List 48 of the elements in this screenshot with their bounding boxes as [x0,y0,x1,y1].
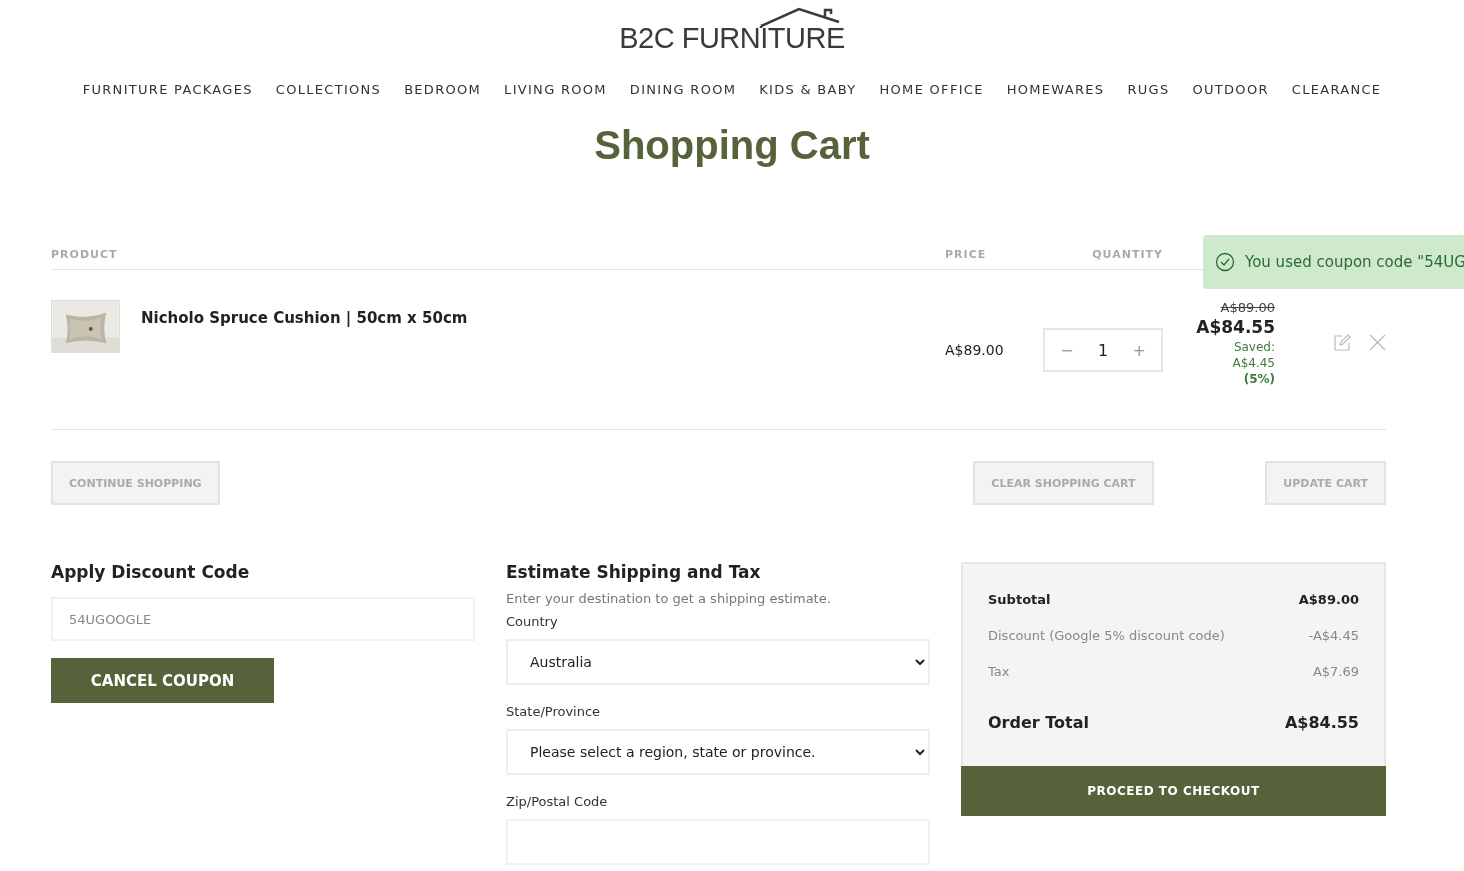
total-value: A$84.55 [1284,713,1359,732]
nav-link[interactable]: HOMEWARES [1006,82,1105,97]
item-price: A$89.00 [945,342,1005,358]
total-label: Order Total [988,713,1089,732]
nav-link[interactable]: CLEARANCE [1291,82,1382,97]
column-header: PRODUCT [51,248,119,261]
logo-text[interactable]: B2C FURNITURE [619,22,845,55]
nav-link[interactable]: RUGS [1127,82,1170,97]
nav-link[interactable]: LIVING ROOM [504,82,607,97]
dropdown[interactable]: Please select a region, state or province. [506,729,930,775]
field-label: State/Province [506,704,602,719]
nav-link[interactable]: COLLECTIONS [275,82,382,97]
summary-label: Tax [988,664,1010,679]
cancel-coupon-button[interactable]: CANCEL COUPON [51,658,274,703]
summary-label: Subtotal [988,592,1051,607]
discount-code-field[interactable]: 54UGOOGLE [51,597,475,641]
summary-value: A$89.00 [1298,592,1359,607]
notice-text: You used coupon code "54UG [1245,253,1464,271]
column-header: PRICE [945,248,988,261]
field-label: Zip/Postal Code [506,794,609,809]
edit-icon[interactable] [1333,334,1351,352]
nav-link[interactable]: BEDROOM [404,82,482,97]
quantity-value: 1 [1097,340,1109,360]
saved-text: A$4.45 [1232,356,1275,370]
column-header: QUANTITY [1091,248,1163,261]
summary-label: Discount (Google 5% discount code) [988,628,1225,643]
saved-text: Saved: [1233,340,1275,354]
summary-value: A$7.69 [1312,664,1359,679]
nav-link[interactable]: OUTDOOR [1192,82,1269,97]
roof-icon [759,6,842,28]
nav-link[interactable]: KIDS & BABY [759,82,857,97]
shipping-hint: Enter your destination to get a shipping estimate. [506,591,832,606]
summary-value: -A$4.45 [1308,628,1359,643]
nav-link[interactable]: DINING ROOM [629,82,737,97]
product-name[interactable]: Nicholo Spruce Cushion | 50cm x 50cm [141,309,468,327]
field-label: Country [506,614,559,629]
nav-link[interactable]: HOME OFFICE [879,82,984,97]
section-title: Apply Discount Code [51,562,251,582]
dropdown[interactable]: Australia [506,639,930,685]
page-title: Shopping Cart [593,123,871,168]
original-price: A$89.00 [1220,300,1275,315]
section-title: Estimate Shipping and Tax [506,562,762,582]
item-subtotal: A$84.55 [1196,317,1275,337]
check-circle-icon [1215,252,1235,272]
checkout-button[interactable]: PROCEED TO CHECKOUT [961,766,1386,816]
nav-link[interactable]: FURNITURE PACKAGES [82,82,253,97]
close-icon[interactable] [1369,334,1386,352]
saved-text: (5%) [1243,372,1275,386]
